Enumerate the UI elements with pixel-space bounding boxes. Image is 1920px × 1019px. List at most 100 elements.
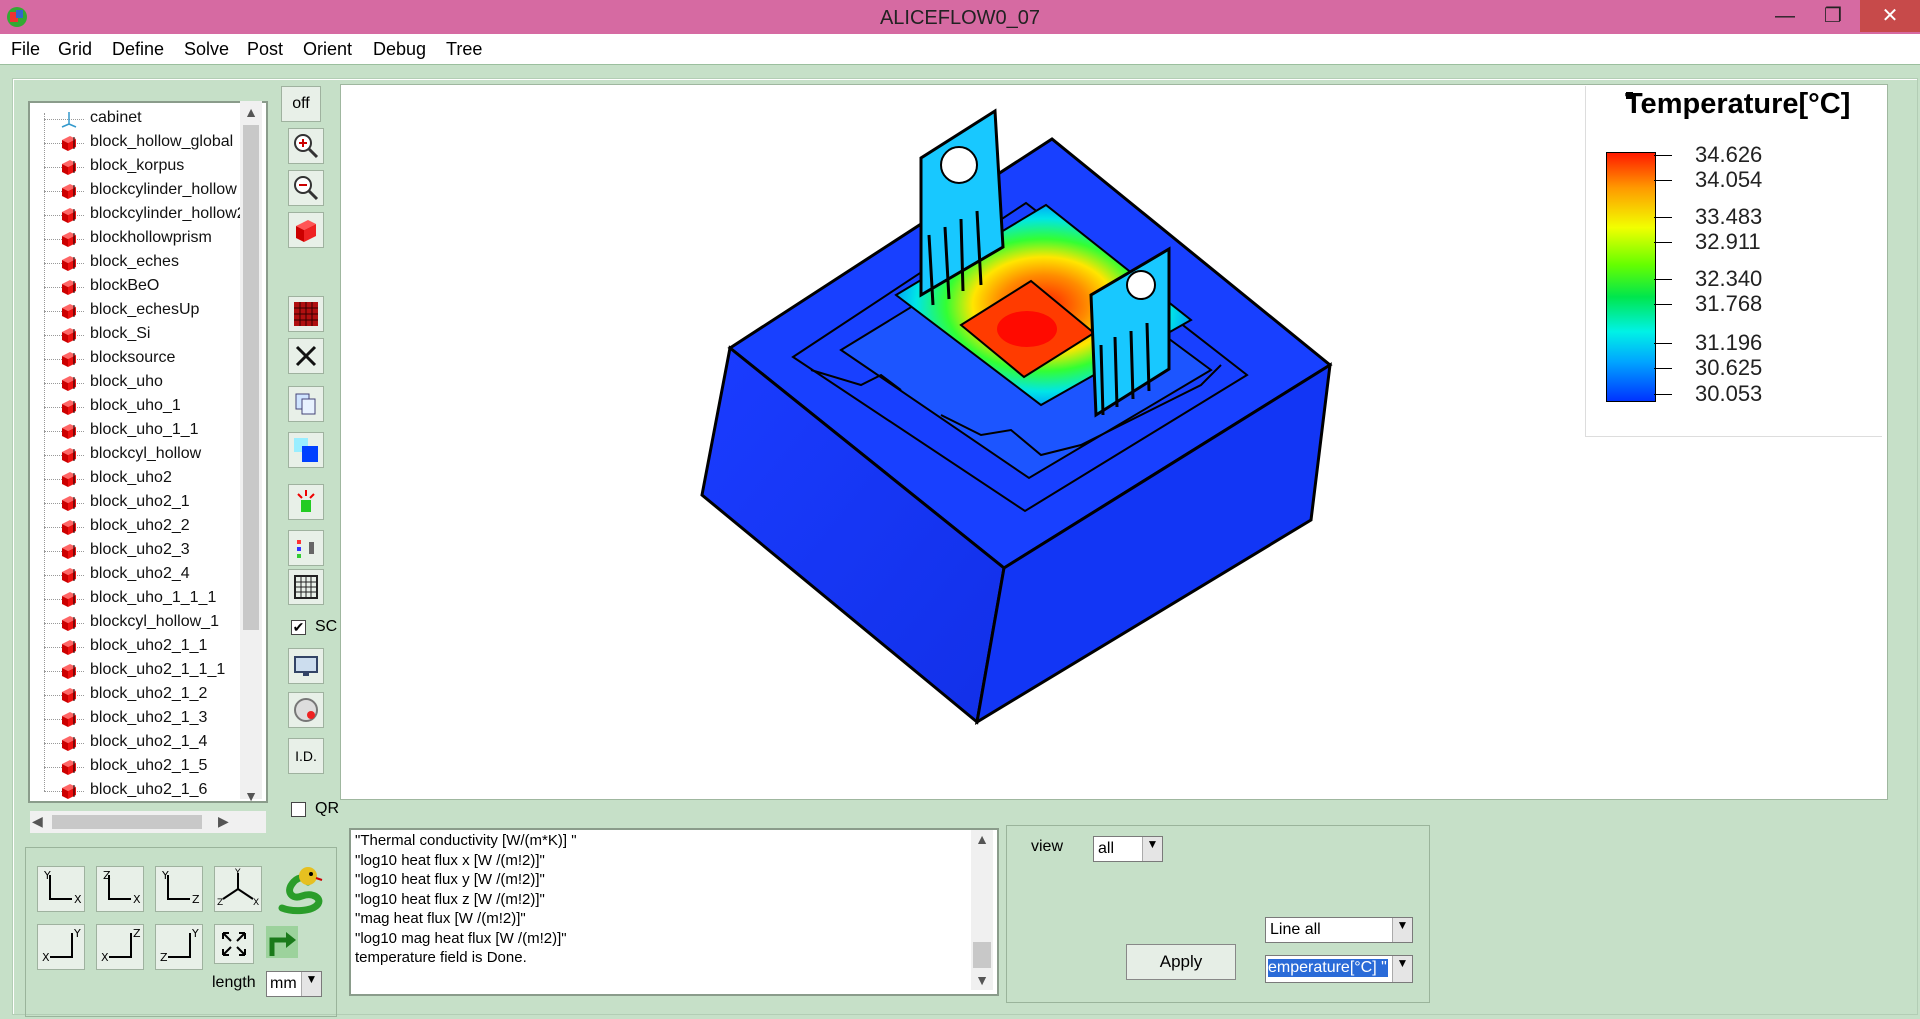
chevron-up-icon[interactable]: ▲ xyxy=(971,831,993,847)
tree-item[interactable]: block_uho2_3 xyxy=(30,539,250,563)
tree-item[interactable]: block_echesUp xyxy=(30,299,250,323)
chevron-left-icon[interactable]: ◀ xyxy=(32,813,43,830)
tree-item[interactable]: blockcylinder_hollow2 xyxy=(30,203,250,227)
tree-item[interactable]: block_uho2_1_3 xyxy=(30,707,250,731)
delete-button[interactable] xyxy=(288,338,324,374)
view-xy-reverse-button[interactable]: YX xyxy=(37,924,85,970)
tree-item[interactable]: blockcylinder_hollow xyxy=(30,179,250,203)
qr-checkbox[interactable] xyxy=(291,802,306,817)
view-xy-button[interactable]: YX xyxy=(37,866,85,912)
tree-item[interactable]: block_uho2_2 xyxy=(30,515,250,539)
menu-define[interactable]: Define xyxy=(112,34,164,64)
tree-item[interactable]: block_uho2_1 xyxy=(30,491,250,515)
svg-text:X: X xyxy=(42,951,50,964)
tree-item[interactable]: block_hollow_global xyxy=(30,131,250,155)
menu-solve[interactable]: Solve xyxy=(184,34,229,64)
tree-item[interactable]: blocksource xyxy=(30,347,250,371)
off-button[interactable]: off xyxy=(281,86,321,122)
axes-icon xyxy=(61,112,77,128)
message-log[interactable]: "Thermal conductivity [W/(m*K)] " "log10 … xyxy=(349,828,999,996)
probe-button[interactable] xyxy=(288,530,324,566)
block-icon xyxy=(62,376,76,391)
view-iso-button[interactable]: Y Z X xyxy=(214,866,262,912)
tree-item[interactable]: block_uho2 xyxy=(30,467,250,491)
menu-file[interactable]: File xyxy=(11,34,40,64)
object-tree[interactable]: cabinet block_hollow_global block_korpus bl… xyxy=(28,101,268,803)
tree-scroll-thumb[interactable] xyxy=(243,125,259,630)
menu-tree[interactable]: Tree xyxy=(446,34,482,64)
view-zy-reverse-button[interactable]: YZ xyxy=(155,924,203,970)
app-icon xyxy=(7,7,27,27)
zoom-in-button[interactable] xyxy=(288,128,324,164)
view-xz-reverse-button[interactable]: ZX xyxy=(96,924,144,970)
menu-debug[interactable]: Debug xyxy=(373,34,426,64)
length-unit-value: mm xyxy=(270,975,297,992)
tree-hscroll-thumb[interactable] xyxy=(52,815,202,829)
length-unit-select[interactable]: mm ▼ xyxy=(266,971,322,997)
tree-item[interactable]: blockcyl_hollow xyxy=(30,443,250,467)
block-view-button[interactable] xyxy=(288,212,324,248)
tree-item[interactable]: block_uho2_1_4 xyxy=(30,731,250,755)
field-select[interactable]: emperature[°C] " ▼ xyxy=(1265,955,1413,983)
qr-label: QR xyxy=(315,800,339,817)
tree-item[interactable]: block_Si xyxy=(30,323,250,347)
chevron-down-icon[interactable]: ▼ xyxy=(971,972,993,988)
tree-item[interactable]: block_uho_1_1_1 xyxy=(30,587,250,611)
tree-item[interactable]: block_uho2_4 xyxy=(30,563,250,587)
tree-item-label: block_uho xyxy=(90,373,163,390)
restore-button[interactable]: ❐ xyxy=(1810,0,1856,32)
apply-button[interactable]: Apply xyxy=(1126,944,1236,980)
block-icon xyxy=(62,544,76,559)
tree-item[interactable]: block_uho2_1_5 xyxy=(30,755,250,779)
tree-item[interactable]: block_uho_1_1 xyxy=(30,419,250,443)
line-select-value: Line all xyxy=(1270,921,1321,938)
view-zx-button[interactable]: ZX xyxy=(96,866,144,912)
sc-checkbox[interactable]: ✔ xyxy=(291,620,306,635)
id-button[interactable]: I.D. xyxy=(288,738,324,774)
svg-text:Z: Z xyxy=(133,927,141,940)
mesh-button[interactable] xyxy=(288,296,324,332)
screen-button[interactable] xyxy=(288,648,324,684)
svg-text:Y: Y xyxy=(191,927,199,940)
minimize-button[interactable]: — xyxy=(1762,0,1808,32)
tree-item[interactable]: blockcyl_hollow_1 xyxy=(30,611,250,635)
block-icon xyxy=(62,616,76,631)
svg-text:X: X xyxy=(101,951,109,964)
color-button[interactable] xyxy=(288,432,324,468)
fit-view-button[interactable] xyxy=(214,924,254,964)
tree-item[interactable]: block_uho2_1_6 xyxy=(30,779,250,801)
view-yz-button[interactable]: YZ xyxy=(155,866,203,912)
axis-xz-reverse-icon: ZX xyxy=(101,927,141,964)
copy-button[interactable] xyxy=(288,386,324,422)
line-select[interactable]: Line all ▼ xyxy=(1265,917,1413,943)
menu-post[interactable]: Post xyxy=(247,34,283,64)
tree-item[interactable]: block_uho xyxy=(30,371,250,395)
tree-item-label: block_uho2_1_5 xyxy=(90,757,208,774)
tree-item[interactable]: block_uho2_1_2 xyxy=(30,683,250,707)
light-button[interactable] xyxy=(288,484,324,520)
block-icon xyxy=(62,640,76,655)
record-button[interactable] xyxy=(288,692,324,728)
chevron-right-icon[interactable]: ▶ xyxy=(218,813,229,830)
view-select[interactable]: all ▼ xyxy=(1093,836,1163,862)
zoom-out-button[interactable] xyxy=(288,170,324,206)
menu-orient[interactable]: Orient xyxy=(303,34,352,64)
legend-value: 31.768 xyxy=(1695,291,1763,316)
close-button[interactable]: ✕ xyxy=(1860,0,1920,32)
chevron-up-icon[interactable]: ▲ xyxy=(240,104,262,120)
tree-item[interactable]: block_korpus xyxy=(30,155,250,179)
log-scroll-thumb[interactable] xyxy=(973,942,991,968)
tree-item-cabinet[interactable]: cabinet xyxy=(30,107,250,131)
rotate-button[interactable] xyxy=(262,922,302,962)
tree-item[interactable]: blockBeO xyxy=(30,275,250,299)
legend-tick xyxy=(1654,279,1672,280)
grid-button[interactable] xyxy=(288,569,324,605)
tree-item[interactable]: block_uho2_1_1_1 xyxy=(30,659,250,683)
tree-item[interactable]: blockhollowprism xyxy=(30,227,250,251)
python-script-button[interactable] xyxy=(272,862,328,918)
tree-item[interactable]: block_uho2_1_1 xyxy=(30,635,250,659)
chevron-down-icon[interactable]: ▼ xyxy=(240,788,262,804)
menu-grid[interactable]: Grid xyxy=(58,34,92,64)
tree-item[interactable]: block_eches xyxy=(30,251,250,275)
tree-item[interactable]: block_uho_1 xyxy=(30,395,250,419)
